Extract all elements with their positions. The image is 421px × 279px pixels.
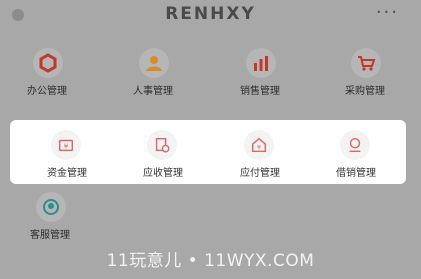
person-icon <box>139 48 169 78</box>
module-office[interactable]: 办公管理 <box>0 48 95 108</box>
module-label: 客服管理 <box>30 230 70 241</box>
module-label: 办公管理 <box>27 86 67 97</box>
customer-service-icon <box>36 192 66 222</box>
module-funds[interactable]: ¥ 资金管理 <box>27 130 107 180</box>
module-sales[interactable]: 销售管理 <box>212 48 308 108</box>
receivable-icon <box>147 130 177 160</box>
module-label: 应收管理 <box>143 168 183 179</box>
cart-icon <box>351 48 381 78</box>
watermark-text: 11玩意儿 • 11WYX.COM <box>106 251 315 271</box>
module-label: 资金管理 <box>47 168 87 179</box>
loan-icon <box>340 130 370 160</box>
module-customer-service[interactable]: 客服管理 <box>2 192 98 252</box>
module-label: 销售管理 <box>240 86 280 97</box>
svg-text:¥: ¥ <box>257 145 261 152</box>
more-dots-icon[interactable]: ··· <box>376 4 399 22</box>
module-payable[interactable]: ¥ 应付管理 <box>220 130 300 180</box>
module-label: 借销管理 <box>336 168 376 179</box>
wallet-icon: ¥ <box>51 130 81 160</box>
module-label: 人事管理 <box>133 86 173 97</box>
app-title: RENHXY <box>165 4 256 24</box>
svg-text:¥: ¥ <box>64 142 69 151</box>
payable-icon: ¥ <box>244 130 274 160</box>
top-bar: RENHXY ··· <box>0 0 421 30</box>
bar-chart-icon <box>246 48 276 78</box>
module-hr[interactable]: 人事管理 <box>105 48 201 108</box>
module-loan[interactable]: 借销管理 <box>316 130 396 180</box>
module-receivable[interactable]: 应收管理 <box>123 130 203 180</box>
highlighted-modules-panel: ¥ 资金管理 应收管理 ¥ 应付管理 借销管理 <box>10 120 406 184</box>
module-label: 应付管理 <box>240 168 280 179</box>
module-label: 采购管理 <box>345 86 385 97</box>
office-icon <box>33 48 63 78</box>
module-purchase[interactable]: 采购管理 <box>317 48 413 108</box>
